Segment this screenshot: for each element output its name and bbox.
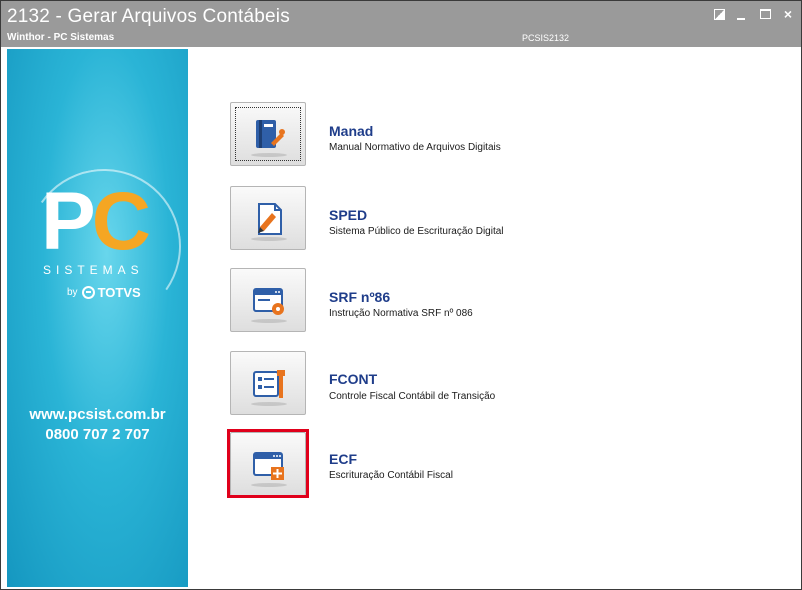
app-window: 2132 - Gerar Arquivos Contábeis Winthor … <box>0 0 802 590</box>
logo-totvs-text: TOTVS <box>97 285 141 300</box>
manad-button[interactable] <box>230 102 306 166</box>
logo-sistemas: SISTEMAS <box>43 263 144 277</box>
ecf-button[interactable] <box>230 432 306 496</box>
book-wrench-icon <box>256 120 285 148</box>
window-plus-icon <box>253 452 284 480</box>
website-text: www.pcsist.com.br <box>29 406 166 423</box>
ecf-title: ECF <box>329 451 357 467</box>
document-pen-icon <box>258 203 282 235</box>
logo-p: P <box>41 176 96 267</box>
logo-by-text: by <box>67 287 78 298</box>
title-bar[interactable]: 2132 - Gerar Arquivos Contábeis Winthor … <box>1 1 801 47</box>
sped-button[interactable] <box>230 186 306 250</box>
sidebar-banner: PC SISTEMAS by TOTVS www.pcsist.com.br 0… <box>7 49 188 587</box>
close-button[interactable]: × <box>780 6 796 22</box>
fcont-description: Controle Fiscal Contábil de Transição <box>329 391 496 402</box>
logo-by-totvs: by TOTVS <box>67 285 141 300</box>
ecf-description: Escrituração Contábil Fiscal <box>329 470 453 481</box>
srf-description: Instrução Normativa SRF nº 086 <box>329 308 473 319</box>
maximize-button[interactable] <box>758 6 774 22</box>
minimize-icon <box>737 18 745 20</box>
phone-text: 0800 707 2 707 <box>45 426 150 443</box>
srf-button[interactable] <box>230 268 306 332</box>
srf-title: SRF nº86 <box>329 289 391 305</box>
minimize-button[interactable] <box>734 6 750 22</box>
window-gear-icon <box>253 288 284 315</box>
manad-description: Manual Normativo de Arquivos Digitais <box>329 142 501 153</box>
sped-description: Sistema Público de Escrituração Digital <box>329 226 504 237</box>
manad-title: Manad <box>329 123 374 139</box>
window-title: 2132 - Gerar Arquivos Contábeis <box>7 6 290 27</box>
sped-title: SPED <box>329 207 368 223</box>
program-code: PCSIS2132 <box>522 33 570 43</box>
maximize-icon <box>760 9 771 19</box>
restore-icon[interactable] <box>711 6 727 22</box>
pc-logo: PC <box>41 181 151 263</box>
window-subtitle: Winthor - PC Sistemas <box>7 32 115 43</box>
fcont-title: FCONT <box>329 371 378 387</box>
totvs-icon <box>81 286 95 299</box>
logo-c: C <box>91 176 151 267</box>
fcont-button[interactable] <box>230 351 306 415</box>
form-wrench-icon <box>253 370 285 398</box>
